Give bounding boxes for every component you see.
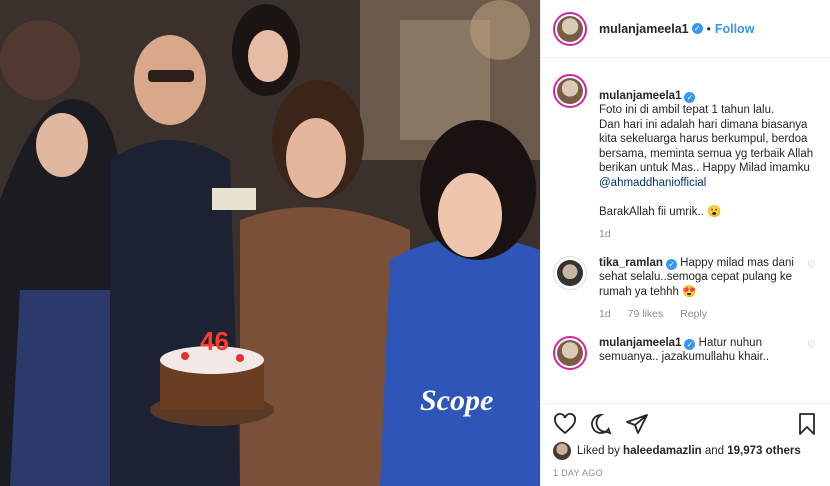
commenter-avatar[interactable] [553, 255, 587, 290]
liked-by-user[interactable]: haleedamazlin [623, 445, 702, 457]
post-header: mulanjameela1 ✓ • Follow [541, 0, 830, 58]
author-avatar[interactable] [553, 11, 587, 46]
liker-avatar[interactable] [553, 442, 571, 460]
post-sidebar: mulanjameela1 ✓ • Follow mulanjameela1 ✓ … [540, 0, 830, 486]
verified-icon: ✓ [665, 258, 677, 270]
caption-time[interactable]: 1d [599, 228, 611, 240]
verified-icon: ✓ [691, 23, 703, 34]
separator-dot: • [706, 21, 711, 36]
caption-text-end: BarakAllah fii umrik.. 😮 [599, 205, 722, 218]
shirt-text: Scope [420, 384, 493, 417]
author-username[interactable]: mulanjameela1 [599, 22, 689, 36]
verified-icon: ✓ [684, 91, 696, 103]
caption-username[interactable]: mulanjameela1 [599, 90, 681, 102]
comment-item: tika_ramlan ✓ Happy milad mas dani sehat … [553, 255, 816, 322]
comment-heart-icon[interactable]: ♡ [807, 260, 816, 322]
comment-icon[interactable] [589, 412, 613, 439]
comment-time[interactable]: 1d [599, 308, 611, 320]
follow-button[interactable]: Follow [715, 22, 755, 36]
heart-icon[interactable] [553, 412, 577, 439]
share-icon[interactable] [625, 412, 649, 439]
cake-number: 46 [200, 326, 229, 356]
reply-button[interactable]: Reply [680, 308, 707, 320]
commenter-avatar[interactable] [553, 335, 587, 370]
verified-icon: ✓ [684, 338, 696, 350]
comment-username[interactable]: tika_ramlan [599, 257, 663, 269]
photo-illustration: 46 Scope [0, 0, 540, 486]
caption-avatar[interactable] [553, 74, 587, 108]
comment-heart-icon[interactable]: ♡ [807, 340, 816, 370]
post-photo[interactable]: 46 Scope [0, 0, 540, 486]
comments-section: mulanjameela1 ✓ Foto ini di ambil tepat 1… [541, 58, 830, 403]
comment-item: mulanjameela1 ✓ Hatur nuhun semuanya.. ja… [553, 335, 816, 370]
bookmark-icon[interactable] [796, 412, 818, 439]
comment-username[interactable]: mulanjameela1 [599, 337, 681, 349]
liked-by-count[interactable]: 19,973 others [727, 445, 801, 457]
caption-comment: mulanjameela1 ✓ Foto ini di ambil tepat 1… [553, 74, 816, 242]
post-actions: Liked by haleedamazlin and 19,973 others… [541, 403, 830, 478]
instagram-post: 46 Scope mulanjameela1 ✓ • Follow mulanj… [0, 0, 830, 486]
likes-summary: Liked by haleedamazlin and 19,973 others [553, 442, 818, 460]
caption-mention[interactable]: @ahmaddhaniofficial [599, 177, 706, 189]
liked-by-middle: and [704, 445, 725, 457]
liked-by-prefix: Liked by [577, 445, 620, 457]
posted-ago[interactable]: 1 DAY AGO [553, 468, 818, 478]
caption-text: Foto ini di ambil tepat 1 tahun lalu. Da… [599, 104, 814, 174]
comment-likes[interactable]: 79 likes [628, 308, 664, 320]
